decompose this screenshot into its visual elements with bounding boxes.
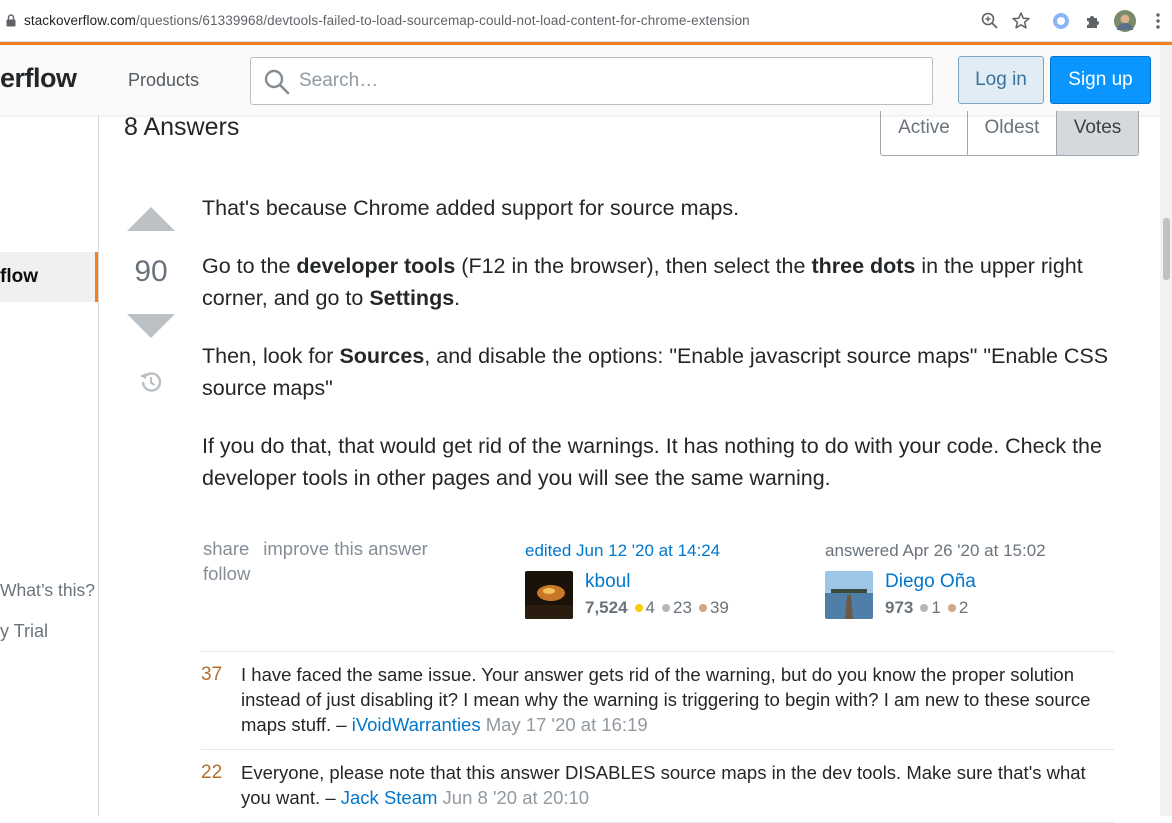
left-sidebar: flow What’s this? y Trial (0, 115, 99, 816)
editor-avatar[interactable] (525, 571, 573, 619)
comments-list: 37 I have faced the same issue. Your ans… (201, 651, 1114, 823)
scrollbar-thumb[interactable] (1163, 218, 1170, 280)
tab-votes[interactable]: Votes (1056, 111, 1138, 155)
answer-paragraph: Go to the developer tools (F12 in the br… (202, 253, 1083, 311)
url-path: /questions/61339968/devtools-failed-to-l… (136, 13, 750, 28)
answer-paragraph: That's because Chrome added support for … (202, 196, 740, 220)
free-trial-link[interactable]: y Trial (0, 621, 48, 642)
profile-avatar-icon[interactable] (1114, 10, 1136, 32)
author-avatar[interactable] (825, 571, 873, 619)
answer-paragraph: Then, look for Sources, and disable the … (202, 343, 1109, 401)
signup-button[interactable]: Sign up (1050, 56, 1151, 104)
comment-user-link[interactable]: iVoidWarranties (352, 714, 481, 735)
sidebar-item-stackoverflow[interactable]: flow (0, 252, 98, 302)
teams-whats-this-link[interactable]: What’s this? (0, 580, 95, 601)
site-logo[interactable]: erflow (0, 63, 77, 94)
comment: 37 I have faced the same issue. Your ans… (201, 652, 1114, 750)
author-username[interactable]: Diego Oña (885, 571, 976, 593)
vote-count: 90 (134, 255, 168, 288)
comment-score: 37 (201, 664, 223, 685)
lock-icon (6, 14, 16, 27)
silver-badge-icon (662, 604, 671, 612)
more-vert-icon[interactable] (1148, 11, 1168, 31)
comment: 22 Everyone, please note that this answe… (201, 750, 1114, 823)
bronze-badge-count: 2 (958, 598, 969, 617)
comment-user-link[interactable]: Jack Steam (341, 787, 438, 808)
extensions-puzzle-icon[interactable] (1083, 11, 1103, 31)
editor-username[interactable]: kboul (585, 571, 630, 593)
bronze-badge-icon (947, 604, 956, 612)
silver-badge-count: 23 (673, 598, 692, 617)
share-link[interactable]: share (203, 536, 249, 561)
comment-date[interactable]: May 17 '20 at 16:19 (481, 714, 648, 735)
tab-oldest[interactable]: Oldest (967, 111, 1056, 155)
history-icon[interactable] (137, 368, 165, 396)
gold-badge-count: 4 (645, 598, 656, 617)
reputation-score: 7,524 (585, 598, 628, 617)
browser-url-bar: stackoverflow.com/questions/61339968/dev… (0, 0, 1172, 42)
extension-o-icon[interactable] (1051, 11, 1071, 31)
silver-badge-count: 1 (931, 598, 941, 617)
search-input[interactable] (299, 67, 899, 95)
zoom-icon[interactable] (980, 11, 1000, 31)
follow-link[interactable]: follow (203, 561, 250, 586)
page-scrollbar[interactable] (1160, 45, 1172, 816)
improve-answer-link[interactable]: improve this answer (263, 536, 428, 561)
gold-badge-icon (634, 604, 643, 612)
answered-timestamp: answered Apr 26 '20 at 15:02 (825, 541, 1046, 560)
edited-timestamp[interactable]: edited Jun 12 '20 at 14:24 (525, 541, 720, 561)
url-text[interactable]: stackoverflow.com/questions/61339968/dev… (24, 13, 750, 28)
comment-date[interactable]: Jun 8 '20 at 20:10 (437, 787, 590, 808)
login-button[interactable]: Log in (958, 56, 1044, 104)
answer-sort-tabs: Active Oldest Votes (880, 111, 1139, 156)
site-header: erflow Products Log in Sign up (0, 45, 1162, 115)
comment-score: 22 (201, 762, 223, 783)
bronze-badge-icon (698, 604, 707, 612)
downvote-arrow-icon[interactable] (127, 314, 175, 338)
tab-active[interactable]: Active (881, 111, 967, 155)
editor-signature: edited Jun 12 '20 at 14:24 kboul 7,524 4 2… (525, 541, 729, 619)
answers-count-heading: 8 Answers (124, 113, 240, 141)
bookmark-star-icon[interactable] (1011, 11, 1031, 31)
search-box[interactable] (250, 57, 933, 105)
answer-body: That's because Chrome added support for … (202, 192, 1122, 520)
answer-paragraph: If you do that, that would get rid of th… (202, 433, 1102, 491)
post-menu: share improve this answer follow (203, 536, 442, 586)
author-reputation: 973 1 2 (885, 598, 968, 618)
upvote-arrow-icon[interactable] (127, 207, 175, 231)
bronze-badge-count: 39 (709, 598, 729, 617)
editor-reputation: 7,524 4 23 39 (585, 598, 729, 618)
reputation-score: 973 (885, 598, 914, 617)
products-link[interactable]: Products (128, 70, 199, 91)
author-signature: answered Apr 26 '20 at 15:02 Diego Oña 9… (825, 541, 1046, 619)
silver-badge-icon (920, 604, 929, 612)
search-icon (264, 69, 290, 95)
sidebar-item-label: flow (0, 266, 38, 287)
url-host: stackoverflow.com (24, 13, 136, 28)
